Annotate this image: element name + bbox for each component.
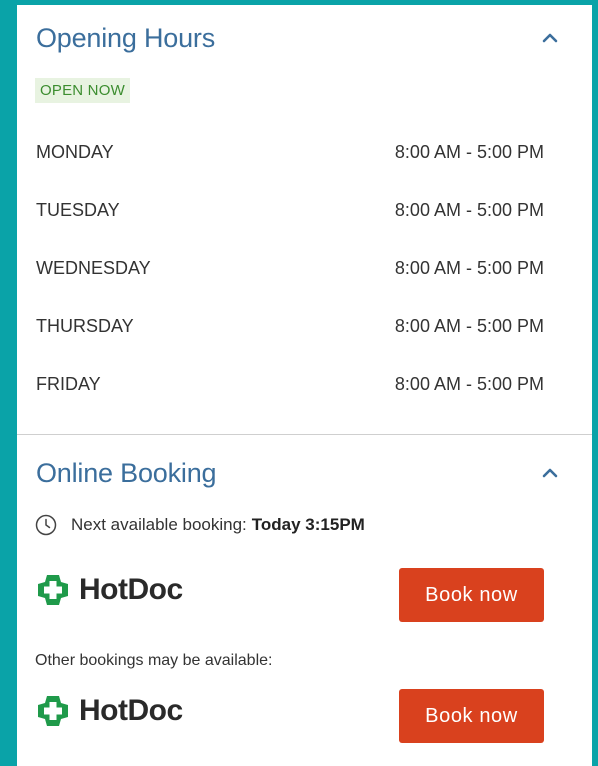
next-available-booking: Next available booking: Today 3:15PM bbox=[35, 514, 365, 536]
hours-row: FRIDAY 8:00 AM - 5:00 PM bbox=[36, 374, 544, 395]
hours-value: 8:00 AM - 5:00 PM bbox=[394, 374, 544, 394]
hours-value: 8:00 AM - 5:00 PM bbox=[394, 316, 544, 336]
open-now-badge: OPEN NOW bbox=[35, 78, 130, 103]
next-booking-time: Today 3:15PM bbox=[251, 515, 365, 534]
day-label: TUESDAY bbox=[36, 200, 120, 220]
day-label: THURSDAY bbox=[36, 316, 134, 336]
hotdoc-logo: HotDoc bbox=[35, 572, 183, 608]
clock-icon bbox=[35, 514, 57, 536]
day-label: FRIDAY bbox=[36, 374, 101, 394]
hotdoc-logo-text: HotDoc bbox=[79, 694, 183, 727]
hours-value: 8:00 AM - 5:00 PM bbox=[394, 200, 544, 220]
hours-value: 8:00 AM - 5:00 PM bbox=[394, 142, 544, 162]
hotdoc-cross-icon bbox=[35, 693, 71, 729]
hours-value: 8:00 AM - 5:00 PM bbox=[394, 258, 544, 278]
book-now-button[interactable]: Book now bbox=[399, 689, 544, 743]
online-booking-title: Online Booking bbox=[36, 458, 217, 488]
hours-row: THURSDAY 8:00 AM - 5:00 PM bbox=[36, 316, 544, 337]
other-bookings-note: Other bookings may be available: bbox=[35, 652, 273, 669]
next-booking-label: Next available booking: bbox=[71, 515, 247, 534]
chevron-up-icon[interactable] bbox=[539, 462, 561, 484]
day-label: MONDAY bbox=[36, 142, 114, 162]
section-divider bbox=[17, 434, 592, 435]
hours-row: TUESDAY 8:00 AM - 5:00 PM bbox=[36, 200, 544, 221]
clinic-info-card: Opening Hours OPEN NOW MONDAY 8:00 AM - … bbox=[17, 5, 592, 766]
hotdoc-logo-text: HotDoc bbox=[79, 573, 183, 606]
day-label: WEDNESDAY bbox=[36, 258, 151, 278]
hotdoc-cross-icon bbox=[35, 572, 71, 608]
hours-row: MONDAY 8:00 AM - 5:00 PM bbox=[36, 142, 544, 163]
chevron-up-icon[interactable] bbox=[539, 27, 561, 49]
hotdoc-logo: HotDoc bbox=[35, 693, 183, 729]
opening-hours-title: Opening Hours bbox=[36, 23, 216, 53]
book-now-button[interactable]: Book now bbox=[399, 568, 544, 622]
hours-row: WEDNESDAY 8:00 AM - 5:00 PM bbox=[36, 258, 544, 279]
